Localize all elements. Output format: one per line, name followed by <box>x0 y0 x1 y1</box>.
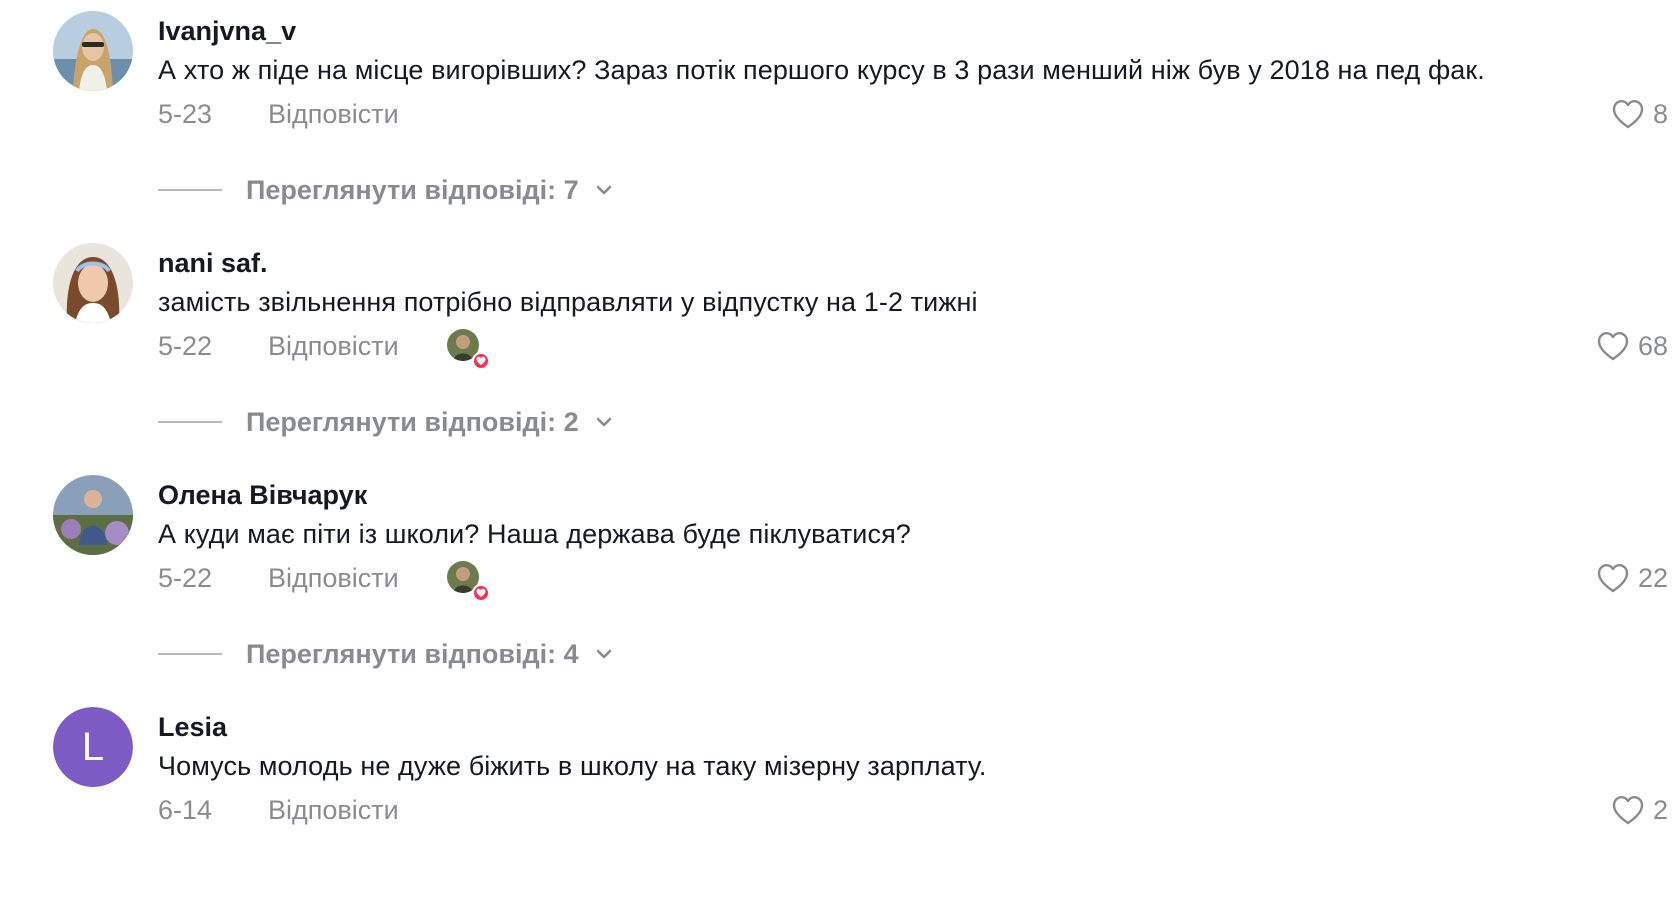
comment-username[interactable]: Олена Вівчарук <box>158 480 367 511</box>
heart-outline-icon <box>1611 98 1645 130</box>
chevron-down-icon <box>593 643 615 665</box>
avatar[interactable] <box>53 243 133 323</box>
comment-meta: 6-14 Відповісти <box>158 793 399 827</box>
like-count: 68 <box>1637 330 1668 361</box>
comment-username[interactable]: Ivanjvna_v <box>158 16 296 47</box>
avatar[interactable] <box>53 11 133 91</box>
chevron-down-icon <box>593 179 615 201</box>
like-button[interactable]: 2 <box>1611 793 1668 827</box>
comment-date: 5-22 <box>158 330 213 361</box>
comment-username[interactable]: nani saf. <box>158 248 268 279</box>
heart-outline-icon <box>1611 794 1645 826</box>
reply-button[interactable]: Відповісти <box>268 331 399 362</box>
divider-line <box>158 653 222 655</box>
like-count: 2 <box>1652 794 1668 825</box>
reply-button[interactable]: Відповісти <box>268 563 399 594</box>
like-count: 8 <box>1652 98 1668 129</box>
avatar[interactable]: L <box>53 707 133 787</box>
heart-filled-icon <box>471 352 490 370</box>
comment-meta: 5-22 Відповісти <box>158 329 490 370</box>
view-replies-label: Переглянути відповіді: 4 <box>246 638 579 669</box>
view-replies-label: Переглянути відповіді: 2 <box>246 406 579 437</box>
avatar[interactable] <box>53 475 133 555</box>
view-replies-label: Переглянути відповіді: 7 <box>246 174 579 205</box>
comment-date: 5-22 <box>158 562 213 593</box>
like-button[interactable]: 22 <box>1596 561 1668 595</box>
view-replies-button[interactable]: Переглянути відповіді: 4 <box>158 637 615 671</box>
comment-username[interactable]: Lesia <box>158 712 227 743</box>
chevron-down-icon <box>593 411 615 433</box>
heart-outline-icon <box>1596 330 1630 362</box>
reply-button[interactable]: Відповісти <box>268 99 399 130</box>
comment-date: 6-14 <box>158 794 213 825</box>
divider-line <box>158 421 222 423</box>
creator-liked-indicator <box>446 561 490 602</box>
comment-text: Чомусь молодь не дуже біжить в школу на … <box>158 751 987 781</box>
comment-text: замість звільнення потрібно відправляти … <box>158 287 978 317</box>
like-button[interactable]: 8 <box>1611 97 1668 131</box>
comments-list: Ivanjvna_v А хто ж піде на місце вигорів… <box>0 0 1676 910</box>
comment-text: А куди має піти із школи? Наша держава б… <box>158 519 911 549</box>
like-count: 22 <box>1637 562 1668 593</box>
avatar-photo-image <box>53 11 133 91</box>
comment-text: А хто ж піде на місце вигорівших? Зараз … <box>158 55 1485 85</box>
divider-line <box>158 189 222 191</box>
comment-date: 5-23 <box>158 98 213 129</box>
view-replies-button[interactable]: Переглянути відповіді: 2 <box>158 405 615 439</box>
avatar-photo-image <box>53 243 133 323</box>
reply-button[interactable]: Відповісти <box>268 795 399 826</box>
comment-meta: 5-22 Відповісти <box>158 561 490 602</box>
avatar-photo-image <box>53 475 133 555</box>
avatar-letter: L <box>53 707 133 787</box>
comment-meta: 5-23 Відповісти <box>158 97 399 131</box>
creator-liked-indicator <box>446 329 490 370</box>
heart-filled-icon <box>471 584 490 602</box>
view-replies-button[interactable]: Переглянути відповіді: 7 <box>158 173 615 207</box>
heart-outline-icon <box>1596 562 1630 594</box>
like-button[interactable]: 68 <box>1596 329 1668 363</box>
